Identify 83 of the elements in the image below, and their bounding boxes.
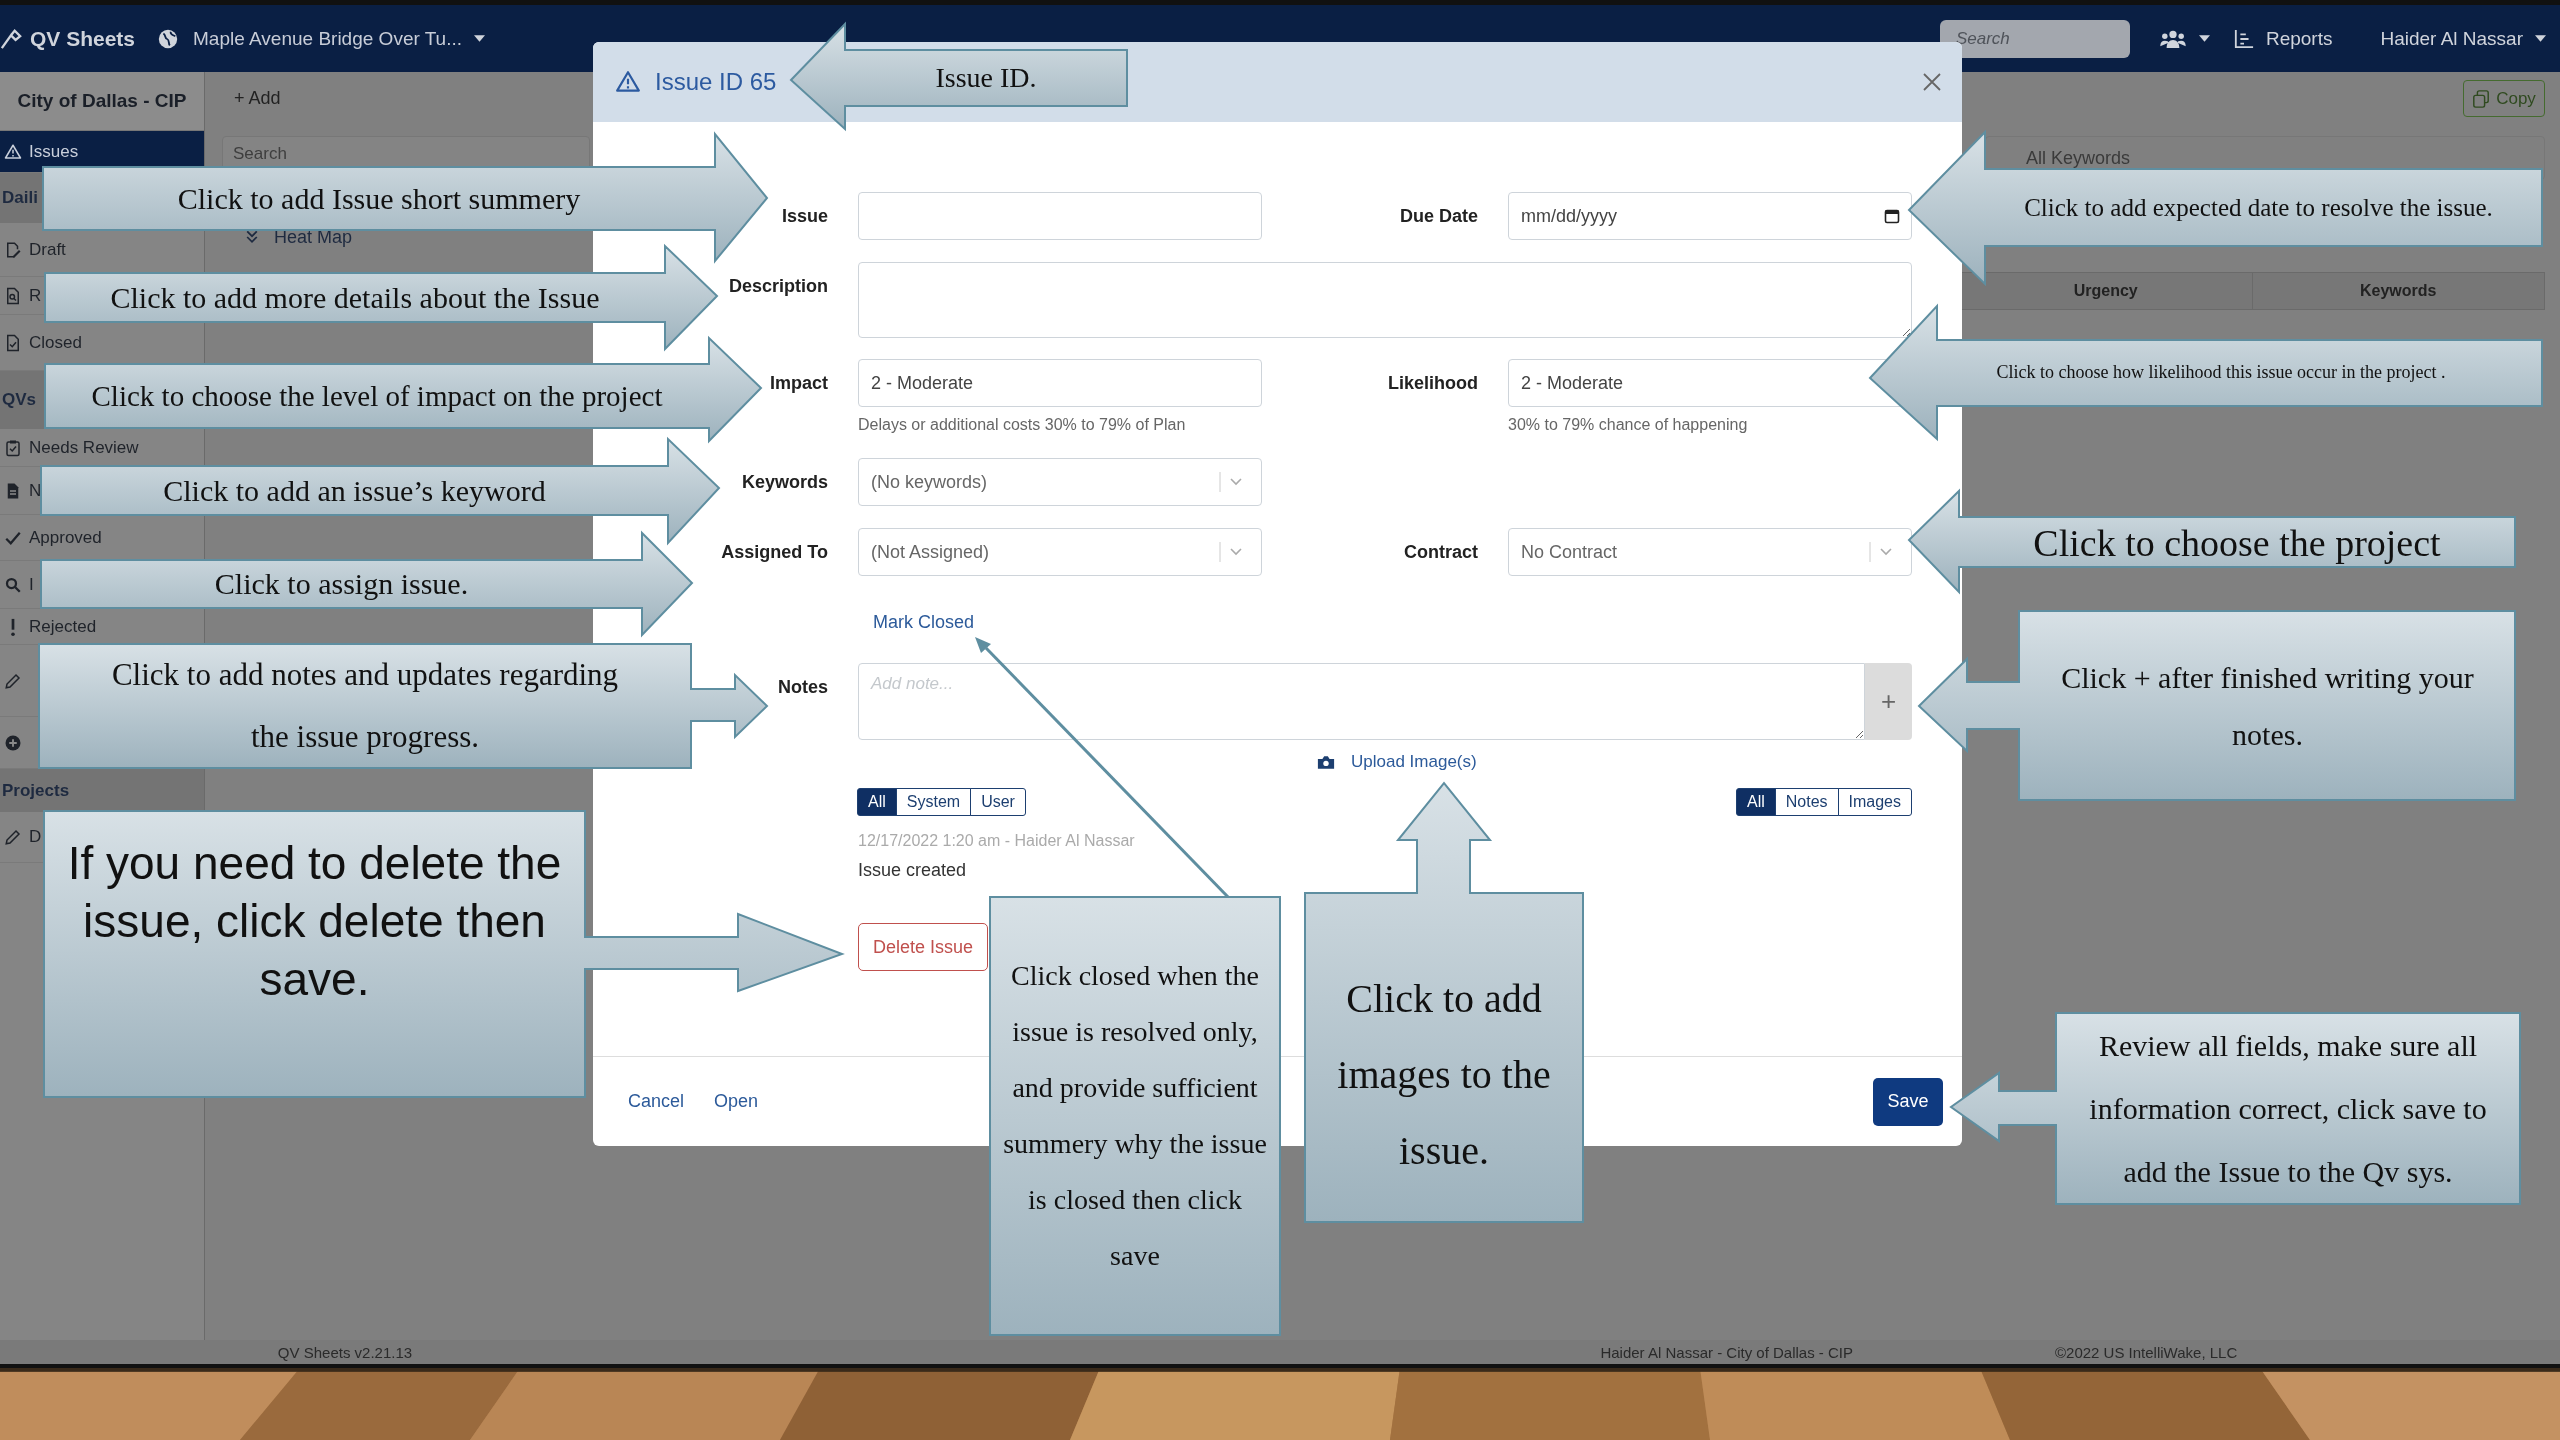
caret-icon xyxy=(2535,35,2546,42)
help-text: Delays or additional costs 30% to 79% of Plan xyxy=(858,416,1187,434)
warning-icon xyxy=(4,142,22,161)
filter-button[interactable]: Notes xyxy=(1774,788,1839,816)
search-icon xyxy=(4,575,22,594)
filter-button[interactable]: All xyxy=(857,788,897,816)
globe-icon xyxy=(157,27,180,50)
callout-text: Click to add more details about the Issue xyxy=(110,279,600,316)
double-chevron-icon xyxy=(244,229,260,245)
plus-circle-icon xyxy=(4,733,22,752)
callout-text: Click + after finished writing your notes. xyxy=(2060,659,2475,753)
warning-icon xyxy=(615,69,641,95)
bar-chart-icon xyxy=(2233,28,2254,49)
field-label: Keywords xyxy=(741,471,828,494)
issue-field[interactable] xyxy=(858,192,1262,240)
organization-name: City of Dallas - CIP xyxy=(0,72,204,131)
add-note-button[interactable]: + xyxy=(1865,663,1912,740)
date-field[interactable]: mm/dd/yyyy xyxy=(1508,192,1912,240)
add-button[interactable]: + Add xyxy=(234,88,281,109)
callout-text: Click to add images to the issue. xyxy=(1336,975,1552,1175)
user-menu[interactable]: Haider Al Nassar xyxy=(2380,27,2523,50)
field-label: Notes xyxy=(778,676,828,699)
camera-icon xyxy=(1317,754,1335,770)
delete-button[interactable]: Delete Issue xyxy=(858,923,989,971)
project-selector[interactable]: Maple Avenue Bridge Over Tu... xyxy=(193,27,462,50)
field-label: Contract xyxy=(1404,541,1478,564)
sidebar-section-header: Projects xyxy=(0,769,204,812)
cancel-link[interactable]: Cancel xyxy=(628,1091,685,1112)
copyright-text: ©2022 US IntelliWake, LLC xyxy=(2054,1343,2239,1361)
callout-text: Click to choose the project xyxy=(2033,521,2441,567)
mark-closed-link[interactable]: Mark Closed xyxy=(873,612,975,632)
document-pencil-icon xyxy=(4,240,22,259)
filter-button[interactable]: Images xyxy=(1837,788,1912,816)
document-search-icon xyxy=(4,286,22,305)
callout-text: Issue ID. xyxy=(935,61,1037,95)
app-name[interactable]: QV Sheets xyxy=(30,26,136,51)
callout-text: Click to assign issue. xyxy=(214,566,469,602)
caret-icon xyxy=(2198,35,2210,42)
callout-text: Review all fields, make sure all information correct, click save to add the Issue to the Qv sys. xyxy=(2088,1028,2488,1190)
pencil-icon xyxy=(4,671,22,690)
contract-dropdown[interactable]: No Contract xyxy=(1508,528,1912,576)
pencil-icon xyxy=(4,828,22,846)
close-icon[interactable] xyxy=(1922,72,1942,92)
version-text: QV Sheets v2.21.13 xyxy=(276,1343,414,1361)
notes-field[interactable]: Add note... xyxy=(858,663,1865,740)
callout-text: Click to add expected date to resolve the issue. xyxy=(2024,192,2493,223)
help-text: 30% to 79% chance of happening xyxy=(1508,416,1749,434)
impact-dropdown[interactable]: 2 - Moderate xyxy=(858,359,1262,407)
search-field[interactable]: Search xyxy=(1939,19,2130,58)
filter-button[interactable]: System xyxy=(895,788,972,816)
field-label: Due Date xyxy=(1399,205,1478,228)
callout-text: Click to choose how likelihood this issue occur in the project . xyxy=(1996,362,2446,384)
save-button[interactable]: Save xyxy=(1873,1077,1943,1126)
footer-user-text: Haider Al Nassar - City of Dallas - CIP xyxy=(1599,1343,1854,1361)
callout-text: Click to add an issue’s keyword xyxy=(163,472,546,509)
keywords-dropdown[interactable]: (No keywords) xyxy=(858,458,1262,506)
exclamation-icon xyxy=(10,617,16,636)
callout-text: Click closed when the issue is resolved only, and provide sufficient summery why the issue is closed then click save xyxy=(1002,959,1268,1273)
field-label: Likelihood xyxy=(1388,372,1478,395)
callout-text: If you need to delete the issue, click delete then save. xyxy=(66,836,563,1007)
document-check-icon xyxy=(4,333,22,352)
upload-images-link[interactable]: Upload Image(s) xyxy=(1351,752,1477,772)
clipboard-check-icon xyxy=(4,438,22,457)
users-icon[interactable] xyxy=(2158,28,2187,49)
description-field[interactable] xyxy=(858,262,1912,338)
logo-icon xyxy=(0,27,22,50)
filter-button[interactable]: All xyxy=(1735,788,1776,816)
copy-icon xyxy=(2472,89,2491,108)
field-label: Assigned To xyxy=(721,541,828,564)
history-entry: Issue created xyxy=(858,860,968,881)
callout-text: Click to add notes and updates regarding the issue progress. xyxy=(110,656,620,756)
field-label: Impact xyxy=(769,372,828,395)
reports-link[interactable]: Reports xyxy=(2265,27,2333,50)
filter-button[interactable]: User xyxy=(970,788,1026,816)
caret-icon xyxy=(474,35,485,42)
history-meta: 12/17/2022 1:20 am - Haider Al Nassar xyxy=(858,832,1136,850)
assignee-dropdown[interactable]: (Not Assigned) xyxy=(858,528,1262,576)
field-label: Issue xyxy=(781,205,828,228)
calendar-icon xyxy=(1884,208,1900,224)
field-label: Description xyxy=(728,275,828,298)
open-link[interactable]: Open xyxy=(714,1091,759,1112)
dialog-title: Issue ID 65 xyxy=(655,68,777,96)
heat-map-toggle[interactable]: Heat Map xyxy=(274,226,353,248)
